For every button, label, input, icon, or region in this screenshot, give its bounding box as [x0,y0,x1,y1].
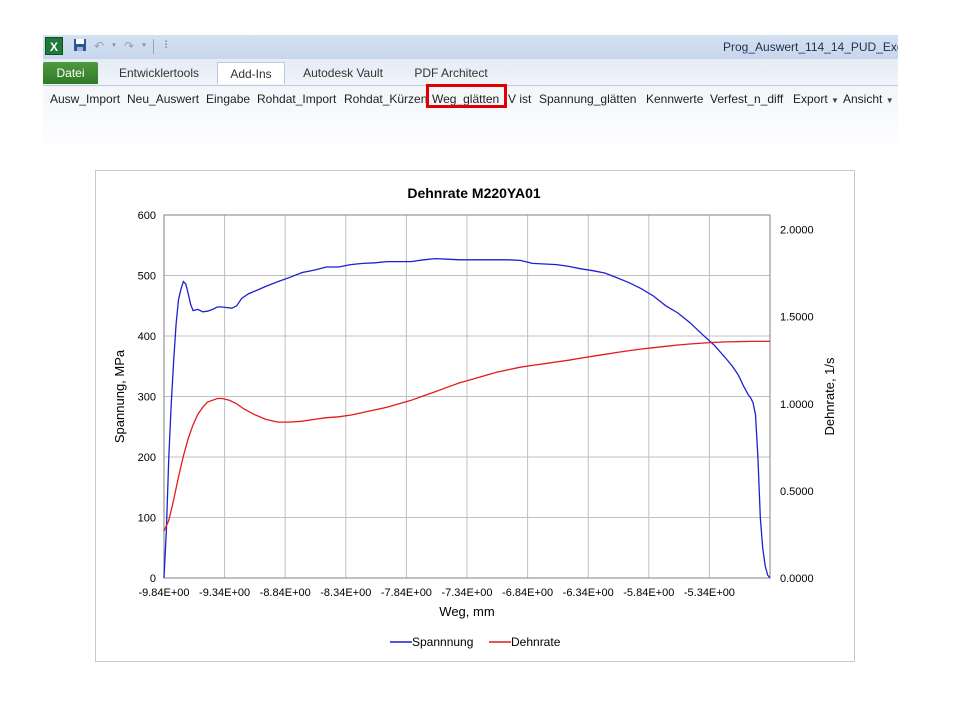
neu-auswert-button[interactable]: Neu_Auswert [127,92,199,106]
x-tick-label: -5.84E+00 [623,587,674,599]
ansicht-button[interactable]: Ansicht ▼ [843,92,894,106]
y2-tick-label: 2.0000 [780,225,814,237]
x-tick-label: -9.84E+00 [138,587,189,599]
y2-axis-label: Dehnrate, 1/s [822,357,837,436]
y-tick-label: 600 [138,210,156,222]
x-tick-label: -8.34E+00 [320,587,371,599]
y2-tick-label: 0.5000 [780,486,814,498]
save-icon[interactable] [72,38,88,54]
rohdat-import-button[interactable]: Rohdat_Import [257,92,336,106]
x-tick-label: -6.84E+00 [502,587,553,599]
export-button[interactable]: Export ▼ [793,92,839,106]
tab-datei[interactable]: Datei [43,62,98,84]
y-tick-label: 300 [138,392,156,404]
y-axis-label: Spannung, MPa [112,349,127,443]
redo-icon[interactable]: ↷ [121,38,137,54]
y2-tick-label: 1.0000 [780,399,814,411]
excel-app-icon[interactable]: X [45,37,63,55]
chart-title: Dehnrate M220YA01 [407,185,541,201]
chart-frame[interactable]: Dehnrate M220YA01 -9.84E+00 -9.34E+00 -8.84… [95,170,855,662]
v-ist-button[interactable]: V ist [508,92,531,106]
verfest-n-diff-button[interactable]: Verfest_n_diff [710,92,783,106]
export-label: Export [793,92,828,106]
x-tick-label: -7.84E+00 [381,587,432,599]
ribbon-tabs: Datei Entwicklertools Add-Ins Autodesk V… [43,59,898,85]
ausw-import-button[interactable]: Ausw_Import [50,92,120,106]
qat-separator [153,39,154,54]
title-bar: X ↶ ▾ ↷ ▾ ⫶ Prog_Auswert_114_14_PUD_Exce [43,35,898,59]
spannung-glaetten-button[interactable]: Spannung_glätten [539,92,636,106]
eingabe-button[interactable]: Eingabe [206,92,250,106]
chevron-down-icon: ▼ [885,96,894,105]
ansicht-label: Ansicht [843,92,883,106]
redo-dropdown-icon[interactable]: ▾ [136,38,152,54]
y-tick-label: 200 [138,452,156,464]
y2-tick-label: 1.5000 [780,312,814,324]
tab-entwicklertools[interactable]: Entwicklertools [109,62,209,84]
undo-icon[interactable]: ↶ [91,38,107,54]
y-tick-label: 500 [138,271,156,283]
x-tick-label: -8.84E+00 [260,587,311,599]
undo-dropdown-icon[interactable]: ▾ [106,38,122,54]
chevron-down-icon: ▼ [831,96,839,105]
kennwerte-button[interactable]: Kennwerte [646,92,703,106]
y2-tick-label: 0.0000 [780,573,814,585]
legend-label-spannnung: Spannnung [412,635,473,649]
dehnrate-chart: Dehnrate M220YA01 -9.84E+00 -9.34E+00 -8.84… [112,185,837,649]
x-tick-label: -7.34E+00 [441,587,492,599]
y-tick-label: 100 [138,513,156,525]
x-tick-label: -6.34E+00 [563,587,614,599]
highlight-box [426,84,507,108]
window-title: Prog_Auswert_114_14_PUD_Exce [723,40,898,54]
legend-label-dehnrate: Dehnrate [511,635,561,649]
tab-autodesk-vault[interactable]: Autodesk Vault [293,62,393,84]
x-tick-label: -5.34E+00 [684,587,735,599]
y-tick-label: 400 [138,331,156,343]
x-axis-label: Weg, mm [439,604,494,619]
x-tick-label: -9.34E+00 [199,587,250,599]
customize-icon[interactable]: ⫶ [158,38,174,54]
tab-add-ins[interactable]: Add-Ins [217,62,285,84]
tab-pdf-architect[interactable]: PDF Architect [403,62,499,84]
y-tick-label: 0 [150,573,156,585]
rohdat-kuerzen-button[interactable]: Rohdat_Kürzen [344,92,427,106]
